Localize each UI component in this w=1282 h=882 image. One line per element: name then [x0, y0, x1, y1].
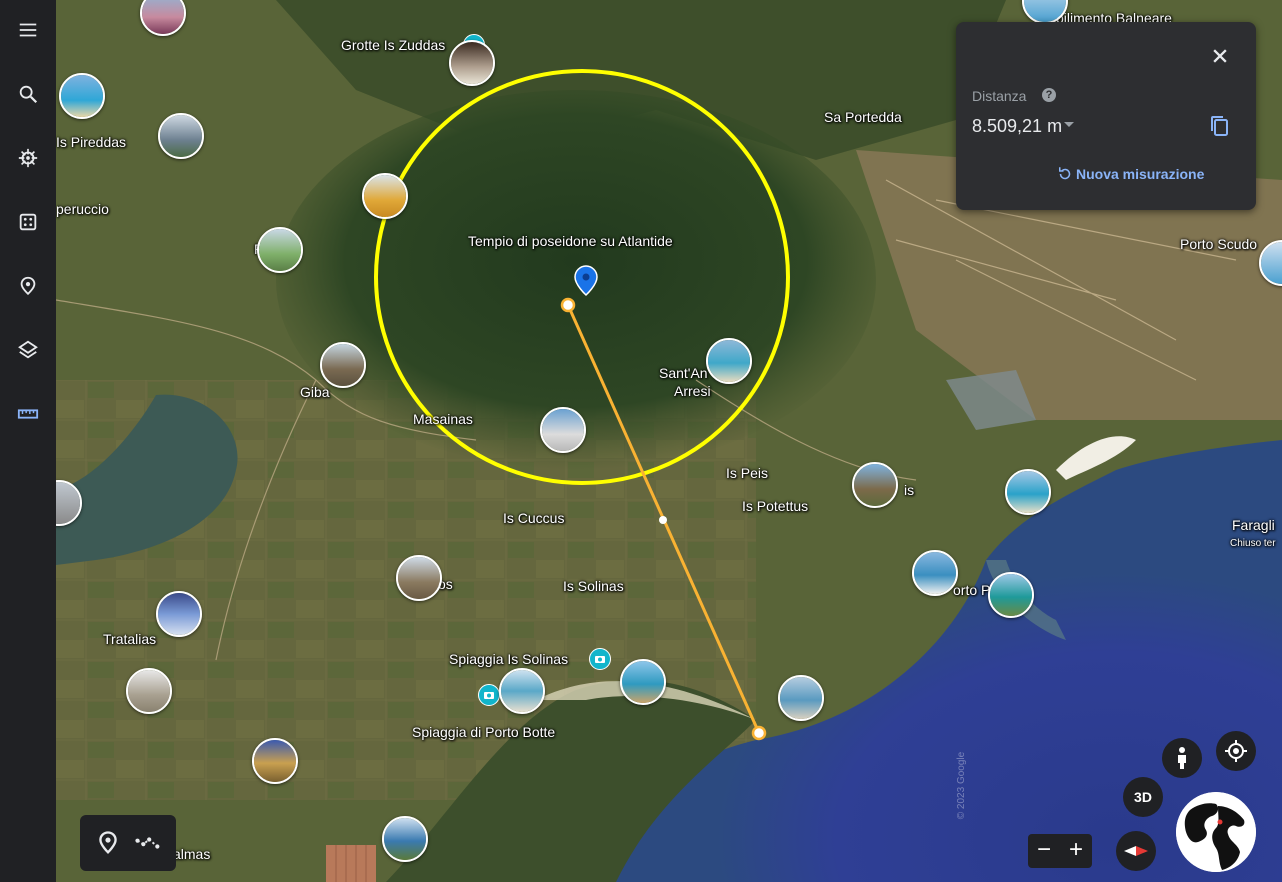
place-palmas[interactable]: almas — [173, 846, 210, 862]
zoom-in-button[interactable]: + — [1060, 834, 1092, 868]
place-tratalias[interactable]: Tratalias — [103, 631, 156, 647]
globe-icon[interactable] — [1176, 792, 1256, 872]
photo-thumbnail[interactable] — [912, 550, 958, 596]
photo-thumbnail[interactable] — [140, 0, 186, 36]
distance-measure-panel: Distanza ? 8.509,21 m Nuova misurazione — [956, 22, 1256, 210]
measure-start-point — [560, 297, 576, 313]
photo-thumbnail[interactable] — [540, 407, 586, 453]
photo-thumbnail[interactable] — [156, 591, 202, 637]
place-grotte[interactable]: Grotte Is Zuddas — [341, 37, 445, 53]
photo-thumbnail[interactable] — [362, 173, 408, 219]
left-sidebar — [0, 0, 56, 882]
my-location-icon[interactable] — [1216, 731, 1256, 771]
zoom-out-button[interactable]: − — [1028, 834, 1060, 868]
photo-thumbnail[interactable] — [396, 555, 442, 601]
unit-dropdown-icon[interactable] — [1064, 122, 1074, 127]
photo-thumbnail[interactable] — [59, 73, 105, 119]
place-spiaggia-solinas[interactable]: Spiaggia Is Solinas — [449, 651, 568, 667]
layers-icon[interactable] — [8, 330, 48, 370]
photo-thumbnail[interactable] — [126, 668, 172, 714]
place-tempio[interactable]: Tempio di poseidone su Atlantide — [468, 233, 673, 249]
photo-thumbnail[interactable] — [1005, 469, 1051, 515]
place-saportedda[interactable]: Sa Portedda — [824, 109, 902, 125]
3d-toggle-button[interactable]: 3D — [1123, 777, 1163, 817]
dice-icon[interactable] — [8, 202, 48, 242]
ruler-icon[interactable] — [8, 394, 48, 434]
camera-poi-icon[interactable] — [478, 684, 500, 706]
place-masainas[interactable]: Masainas — [413, 411, 473, 427]
place-peruccio[interactable]: peruccio — [56, 201, 109, 217]
distance-label: Distanza — [972, 88, 1027, 104]
voyager-wheel-icon[interactable] — [8, 138, 48, 178]
new-measurement-button[interactable]: Nuova misurazione — [1059, 166, 1205, 182]
place-spiaggia-portobotte[interactable]: Spiaggia di Porto Botte — [412, 724, 555, 740]
place-santanna-1[interactable]: Sant'An — [659, 365, 708, 381]
place-portopino[interactable]: orto P — [953, 582, 990, 598]
measure-mid-point — [659, 516, 667, 524]
place-pireddas[interactable]: Is Pireddas — [56, 134, 126, 150]
camera-poi-icon[interactable] — [589, 648, 611, 670]
refresh-icon — [1059, 167, 1071, 180]
photo-thumbnail[interactable] — [1022, 0, 1068, 24]
photo-thumbnail[interactable] — [988, 572, 1034, 618]
map-copyright: © 2023 Google — [956, 751, 968, 820]
place-portoscudo[interactable]: Porto Scudo — [1180, 236, 1257, 252]
menu-icon[interactable] — [8, 10, 48, 50]
photo-thumbnail[interactable] — [252, 738, 298, 784]
measure-end-point — [751, 725, 767, 741]
photo-thumbnail[interactable] — [852, 462, 898, 508]
place-iscuccus[interactable]: Is Cuccus — [503, 510, 564, 526]
place-is-eis[interactable]: is — [904, 482, 914, 498]
new-measurement-label: Nuova misurazione — [1076, 166, 1205, 182]
photo-thumbnail[interactable] — [320, 342, 366, 388]
place-giba[interactable]: Giba — [300, 384, 330, 400]
draw-path-icon[interactable] — [134, 829, 162, 857]
distance-value: 8.509,21 m — [972, 116, 1063, 136]
drawing-tools — [80, 815, 176, 871]
place-chiuso: Chiuso ter — [1230, 538, 1276, 549]
photo-thumbnail[interactable] — [257, 227, 303, 273]
help-icon[interactable]: ? — [1042, 88, 1056, 102]
photo-thumbnail[interactable] — [706, 338, 752, 384]
photo-thumbnail[interactable] — [620, 659, 666, 705]
photo-thumbnail[interactable] — [499, 668, 545, 714]
photo-thumbnail[interactable] — [449, 40, 495, 86]
photo-thumbnail[interactable] — [778, 675, 824, 721]
compass-icon[interactable] — [1116, 831, 1156, 871]
place-santanna-2[interactable]: Arresi — [674, 383, 711, 399]
copy-icon[interactable] — [1208, 114, 1230, 138]
pegman-icon[interactable] — [1162, 738, 1202, 778]
add-placemark-icon[interactable] — [94, 829, 122, 857]
photo-thumbnail[interactable] — [56, 480, 82, 526]
zoom-controls: − + — [1028, 834, 1092, 868]
projects-pin-icon[interactable] — [8, 266, 48, 306]
place-ispotettus[interactable]: Is Potettus — [742, 498, 808, 514]
close-icon[interactable] — [1206, 42, 1234, 70]
place-issolinas[interactable]: Is Solinas — [563, 578, 624, 594]
place-faraglioni[interactable]: Faragli — [1232, 517, 1275, 533]
place-ispeis[interactable]: Is Peis — [726, 465, 768, 481]
search-icon[interactable] — [8, 74, 48, 114]
photo-thumbnail[interactable] — [382, 816, 428, 862]
photo-thumbnail[interactable] — [158, 113, 204, 159]
photo-thumbnail[interactable] — [1259, 240, 1282, 286]
